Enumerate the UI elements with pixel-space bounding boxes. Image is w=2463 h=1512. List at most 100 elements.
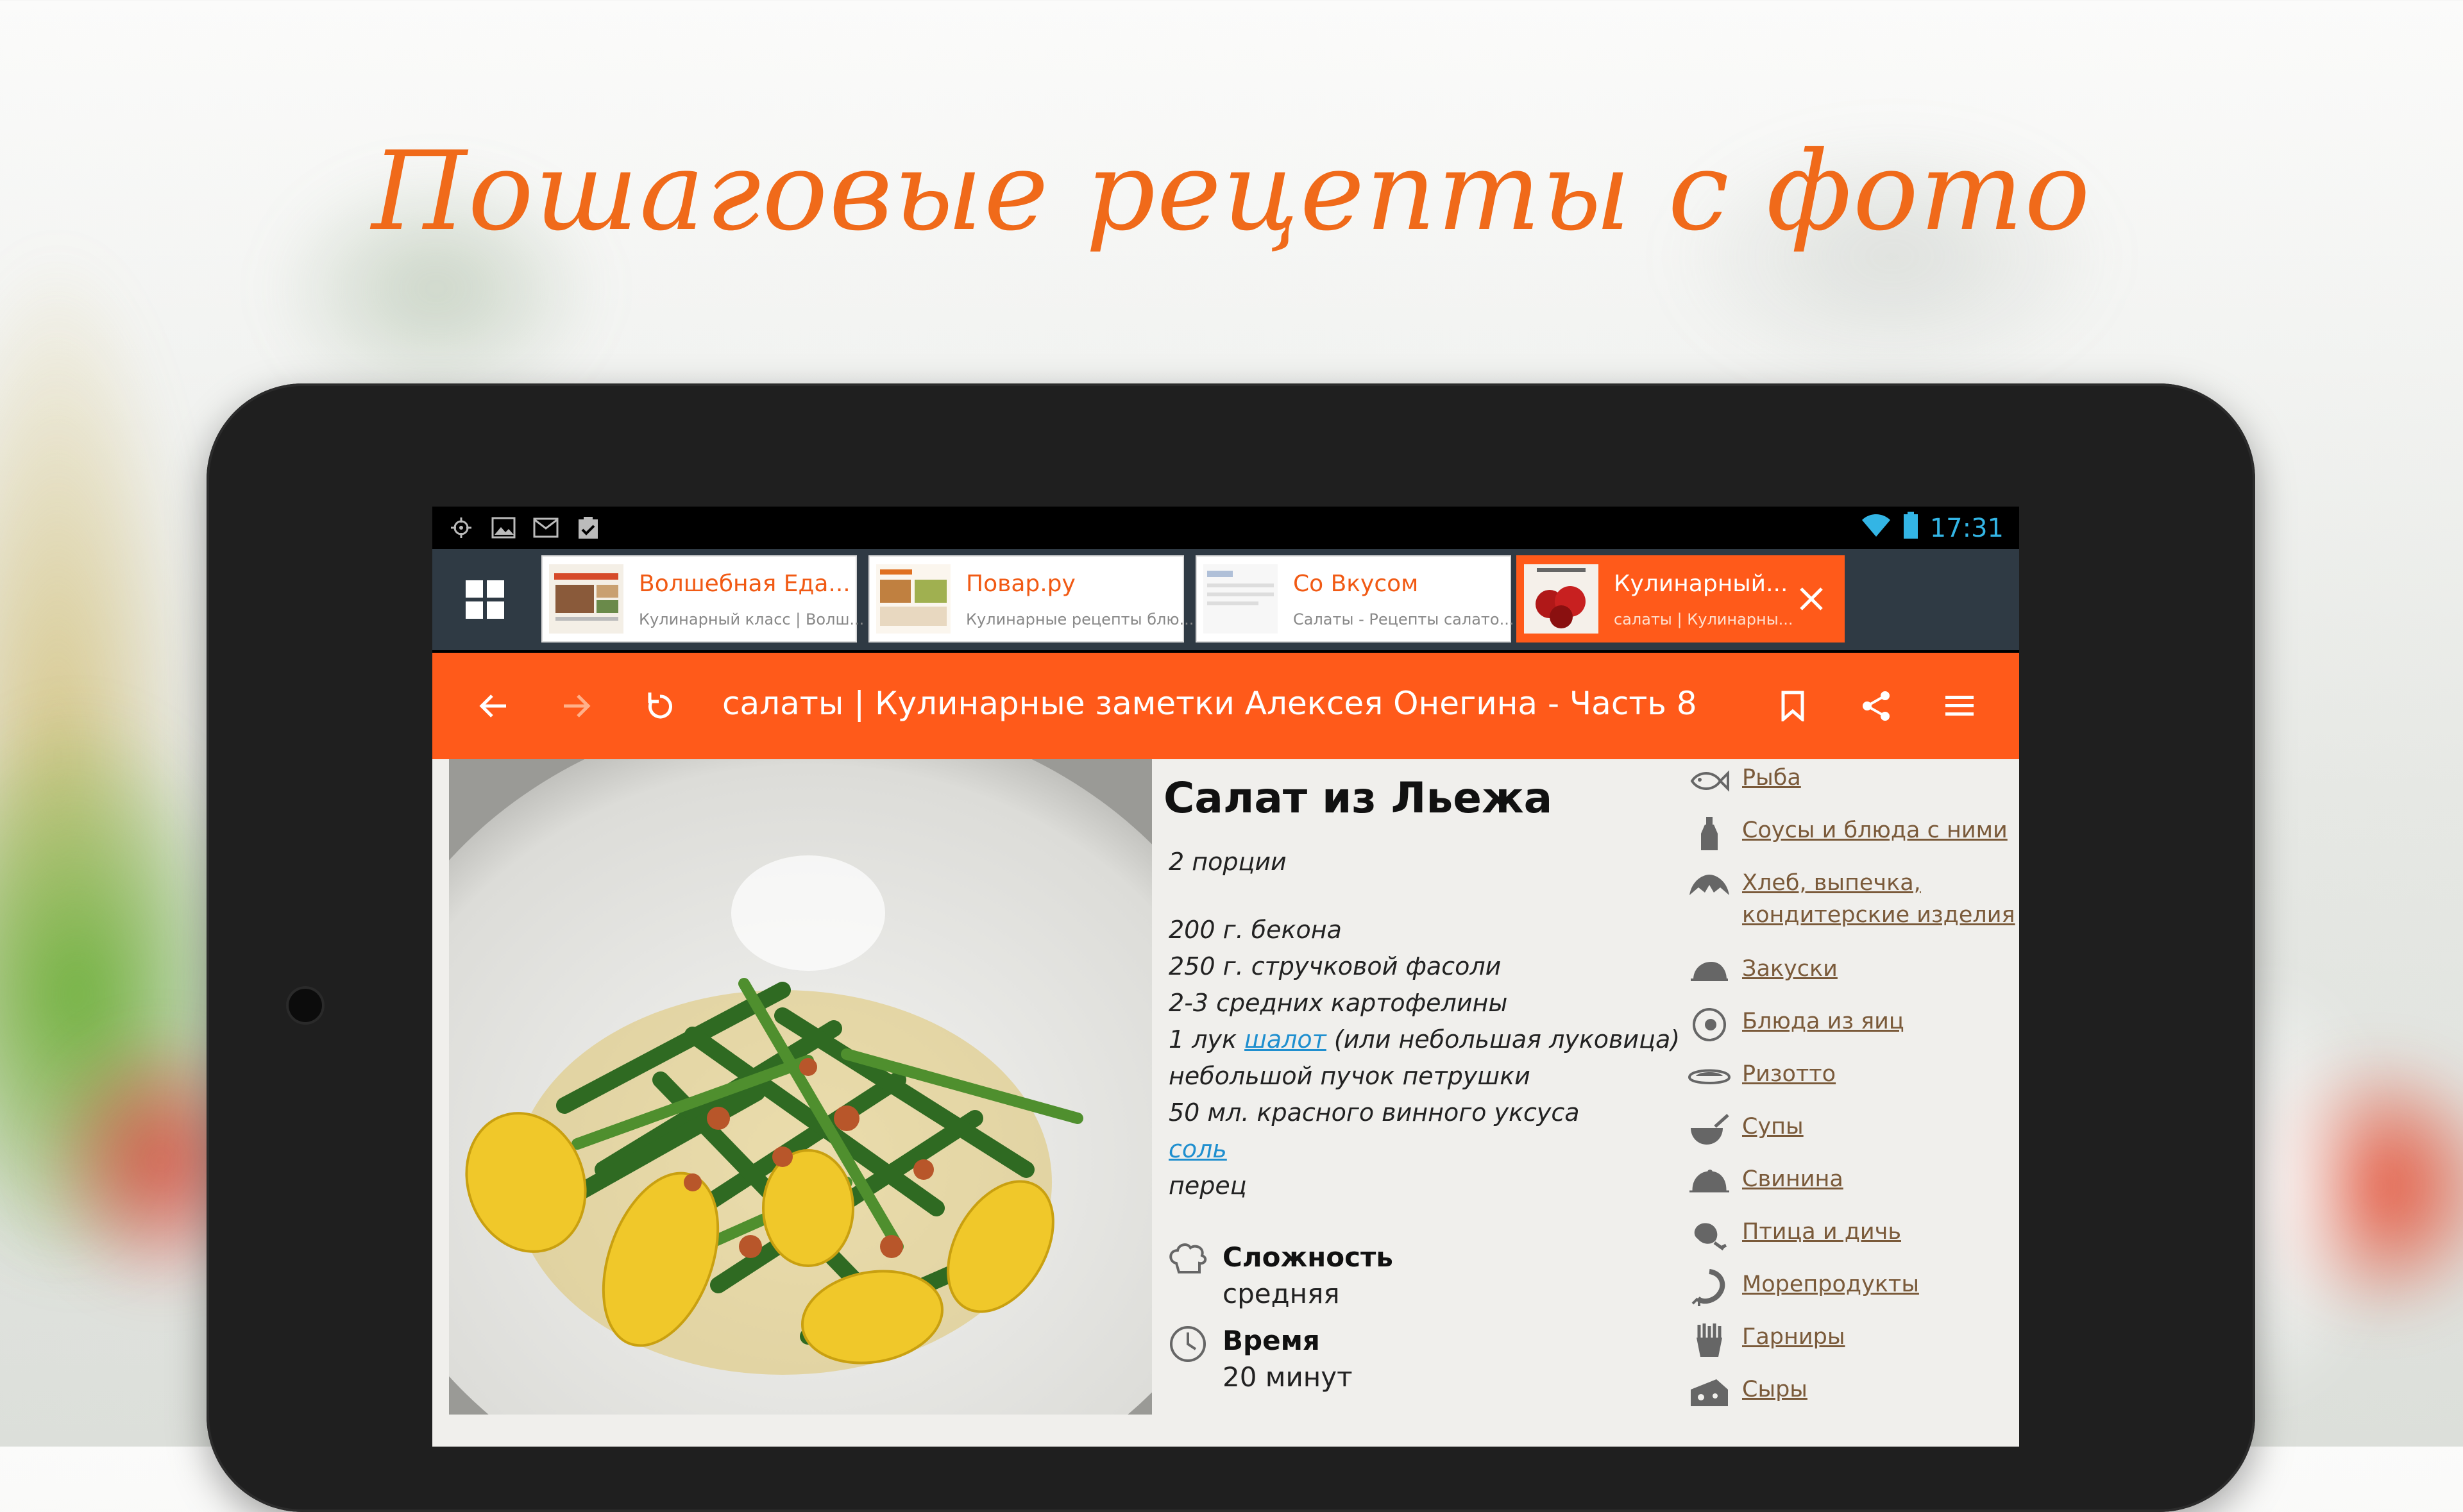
- shrimp-icon: [1687, 1268, 1732, 1307]
- time-label: Время: [1223, 1325, 1320, 1356]
- ingredient-list: 200 г. бекона 250 г. стручковой фасоли 2…: [1169, 912, 1680, 1204]
- tab-subtitle: Кулинарный класс | Волш...: [639, 610, 865, 628]
- ingredient-item: 1 лук шалот (или небольшая луковица): [1169, 1021, 1680, 1058]
- category-label: Хлеб, выпечка, кондитерские изделия: [1742, 867, 2015, 931]
- clock-icon: [1170, 1326, 1206, 1362]
- grid-icon: [466, 580, 504, 619]
- recipe-photo: [449, 759, 1152, 1415]
- promo-headline: Пошаговые рецепты с фото: [371, 128, 2092, 255]
- cheese-icon: [1687, 1373, 1732, 1412]
- pork-icon: [1687, 1163, 1732, 1202]
- bookmark-button[interactable]: [1764, 677, 1822, 735]
- category-label-line: Хлеб, выпечка,: [1742, 870, 1921, 896]
- tab-subtitle: салаты | Кулинарны...: [1614, 610, 1793, 628]
- category-sides[interactable]: Гарниры: [1687, 1321, 1845, 1359]
- tablet-screen: 17:31 Волшебная Еда... Кулинарный класс …: [432, 507, 2019, 1447]
- hamburger-icon: [1945, 696, 1974, 716]
- tab-so-vkusom[interactable]: Со Вкусом Салаты - Рецепты салато...: [1196, 555, 1514, 643]
- time-value: 20 минут: [1223, 1361, 1353, 1393]
- category-fish[interactable]: Рыба: [1687, 762, 1801, 800]
- difficulty-value: средняя: [1223, 1278, 1340, 1309]
- fish-icon: [1687, 762, 1732, 800]
- status-time: 17:31: [1929, 514, 2004, 543]
- arrow-left-icon: [479, 694, 506, 718]
- category-label: Рыба: [1742, 765, 1801, 791]
- recipe-title: Салат из Льежа: [1164, 773, 1553, 823]
- forward-button[interactable]: [548, 677, 605, 735]
- ingredient-item: соль: [1169, 1131, 1680, 1168]
- tab-thumbnail: [549, 564, 623, 634]
- tab-povar-ru[interactable]: Повар.ру Кулинарные рецепты блю...: [868, 555, 1194, 643]
- category-eggs[interactable]: Блюда из яиц: [1687, 1005, 1904, 1044]
- gps-icon: [446, 513, 476, 542]
- tab-thumbnail: [876, 564, 951, 634]
- tab-volshebnaya-eda[interactable]: Волшебная Еда... Кулинарный класс | Волш…: [541, 555, 864, 643]
- category-soups[interactable]: Супы: [1687, 1111, 1804, 1149]
- tab-subtitle: Кулинарные рецепты блю...: [966, 610, 1194, 628]
- ingredient-text: 1 лук: [1169, 1025, 1245, 1054]
- risotto-icon: [1687, 1058, 1732, 1096]
- difficulty-block: Сложность средняя: [1169, 1241, 1393, 1309]
- reload-button[interactable]: [631, 677, 689, 735]
- category-poultry[interactable]: Птица и дичь: [1687, 1216, 1901, 1254]
- croissant-icon: [1687, 867, 1732, 905]
- shallot-link[interactable]: шалот: [1244, 1025, 1326, 1054]
- category-bread[interactable]: Хлеб, выпечка, кондитерские изделия: [1687, 867, 2015, 931]
- soup-icon: [1687, 1111, 1732, 1149]
- tab-thumbnail: [1524, 564, 1598, 634]
- category-label: Птица и дичь: [1742, 1219, 1901, 1245]
- web-content: Салат из Льежа 2 порции 200 г. бекона 25…: [432, 759, 2019, 1447]
- gmail-icon: [531, 513, 561, 542]
- tab-title: Повар.ру: [966, 571, 1076, 597]
- category-label-line: кондитерские изделия: [1742, 902, 2015, 928]
- category-appetizers[interactable]: Закуски: [1687, 953, 1838, 991]
- tabs-overview-button[interactable]: [432, 549, 537, 650]
- tab-kulinarnyi-active[interactable]: Кулинарный... салаты | Кулинарны...: [1516, 555, 1845, 643]
- salt-link[interactable]: соль: [1169, 1135, 1227, 1163]
- share-icon: [1863, 691, 1890, 721]
- category-seafood[interactable]: Морепродукты: [1687, 1268, 1919, 1307]
- category-label: Закуски: [1742, 956, 1838, 982]
- sauce-bottle-icon: [1687, 814, 1732, 853]
- category-label: Сыры: [1742, 1377, 1807, 1402]
- difficulty-label: Сложность: [1223, 1241, 1393, 1273]
- battery-icon: [1903, 512, 1918, 545]
- category-pork[interactable]: Свинина: [1687, 1163, 1843, 1202]
- category-label: Морепродукты: [1742, 1272, 1919, 1297]
- ingredient-item: 200 г. бекона: [1169, 916, 1342, 944]
- appetizer-icon: [1687, 953, 1732, 991]
- bookmark-icon: [1781, 691, 1804, 721]
- category-label: Супы: [1742, 1114, 1804, 1139]
- tab-strip: Волшебная Еда... Кулинарный класс | Волш…: [432, 549, 2019, 650]
- ingredient-item: 50 мл. красного винного уксуса: [1169, 1098, 1580, 1127]
- egg-icon: [1687, 1005, 1732, 1044]
- ingredient-text: (или небольшая луковица): [1326, 1025, 1680, 1054]
- chef-hat-icon: [1169, 1243, 1207, 1273]
- ingredient-item: 250 г. стручковой фасоли: [1169, 952, 1502, 980]
- category-cheeses[interactable]: Сыры: [1687, 1373, 1807, 1412]
- ingredient-item: перец: [1169, 1172, 1247, 1200]
- status-bar: 17:31: [432, 507, 2019, 549]
- close-tab-button[interactable]: [1792, 580, 1831, 618]
- ingredient-item: небольшой пучок петрушки: [1169, 1062, 1530, 1090]
- poultry-icon: [1687, 1216, 1732, 1254]
- tab-title: Волшебная Еда...: [639, 571, 851, 597]
- tab-title: Со Вкусом: [1293, 571, 1419, 597]
- wifi-icon: [1861, 512, 1892, 544]
- ingredient-item: 2-3 средних картофелины: [1169, 989, 1508, 1017]
- back-button[interactable]: [464, 677, 522, 735]
- menu-button[interactable]: [1931, 677, 1988, 735]
- share-button[interactable]: [1847, 677, 1905, 735]
- tab-subtitle: Салаты - Рецепты салато...: [1293, 610, 1514, 628]
- category-label: Свинина: [1742, 1166, 1843, 1192]
- recipe-details: Салат из Льежа 2 порции 200 г. бекона 25…: [1164, 759, 1680, 1447]
- tab-thumbnail: [1203, 564, 1278, 634]
- category-label: Соусы и блюда с ними: [1742, 818, 2008, 843]
- arrow-right-icon: [564, 694, 591, 718]
- category-label: Блюда из яиц: [1742, 1009, 1904, 1034]
- category-sauces[interactable]: Соусы и блюда с ними: [1687, 814, 2008, 853]
- category-risotto[interactable]: Ризотто: [1687, 1058, 1836, 1096]
- close-icon: [1800, 587, 1823, 610]
- tab-title: Кулинарный...: [1614, 571, 1788, 597]
- browser-toolbar: салаты | Кулинарные заметки Алексея Онег…: [432, 653, 2019, 759]
